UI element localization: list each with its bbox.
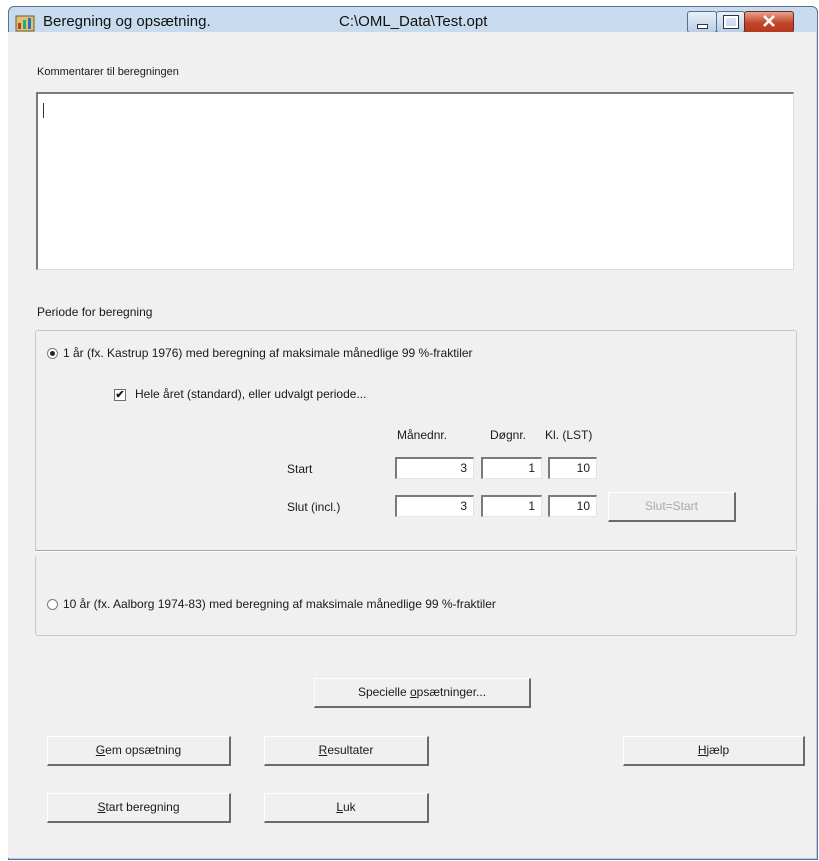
radio-selected-dot (50, 351, 55, 356)
period-label: Periode for beregning (37, 305, 153, 319)
help-label: jælp (706, 743, 730, 757)
help-button[interactable]: Hjælp (623, 736, 805, 766)
period-option2-label[interactable]: 10 år (fx. Aalborg 1974-83) med beregnin… (63, 597, 496, 611)
start-calculation-label: tart beregning (105, 800, 180, 814)
save-settings-label: em opsætning (105, 743, 182, 757)
end-label: Slut (incl.) (287, 500, 341, 514)
period-option2-radio[interactable] (47, 599, 58, 610)
special-settings-label-pre: Specielle (357, 685, 410, 699)
save-settings-button[interactable]: Gem opsætning (47, 736, 231, 766)
close-accel: L (336, 800, 343, 814)
start-hour-field[interactable]: 10 (548, 457, 597, 479)
comments-label: Kommentarer til beregningen (37, 66, 179, 78)
text-caret (43, 103, 44, 118)
slut-start-button[interactable]: Slut=Start (608, 492, 736, 522)
start-calculation-button[interactable]: Start beregning (47, 793, 231, 823)
close-button[interactable]: Luk (264, 793, 429, 823)
results-button[interactable]: Resultater (264, 736, 429, 766)
save-settings-accel: G (95, 743, 106, 757)
end-hour-field[interactable]: 10 (548, 495, 597, 517)
group-divider (35, 550, 795, 552)
whole-year-checkbox[interactable]: ✔ (114, 389, 126, 401)
period-option1-radio[interactable] (47, 348, 58, 359)
window-title: Beregning og opsætning. (43, 13, 211, 30)
start-month-field[interactable]: 3 (395, 457, 474, 479)
end-month-field[interactable]: 3 (395, 495, 474, 517)
maximize-icon (723, 15, 739, 29)
whole-year-label[interactable]: Hele året (standard), eller udvalgt peri… (135, 387, 366, 401)
comments-textarea[interactable] (36, 92, 794, 270)
minimize-icon (697, 24, 708, 29)
month-column-header: Månednr. (397, 428, 448, 442)
end-day-field[interactable]: 1 (481, 495, 542, 517)
special-settings-button[interactable]: Specielle opsætninger... (314, 678, 531, 708)
close-label: uk (343, 800, 356, 814)
close-icon (763, 15, 775, 27)
hour-column-header: Kl. (LST) (545, 428, 593, 442)
maximize-button[interactable] (716, 11, 745, 33)
day-column-header: Døgnr. (490, 428, 527, 442)
special-settings-label-post: psætninger... (416, 685, 487, 699)
minimize-button[interactable] (687, 11, 717, 33)
app-icon (15, 15, 35, 32)
start-label: Start (287, 462, 313, 476)
start-day-field[interactable]: 1 (481, 457, 542, 479)
close-window-button[interactable] (744, 11, 794, 33)
period-option2-group (35, 555, 797, 636)
results-label: esultater (327, 743, 374, 757)
results-accel: R (318, 743, 328, 757)
special-settings-accel: o (409, 685, 417, 699)
period-option1-label[interactable]: 1 år (fx. Kastrup 1976) med beregning af… (63, 346, 473, 360)
window-file-path: C:\OML_Data\Test.opt (339, 13, 488, 30)
